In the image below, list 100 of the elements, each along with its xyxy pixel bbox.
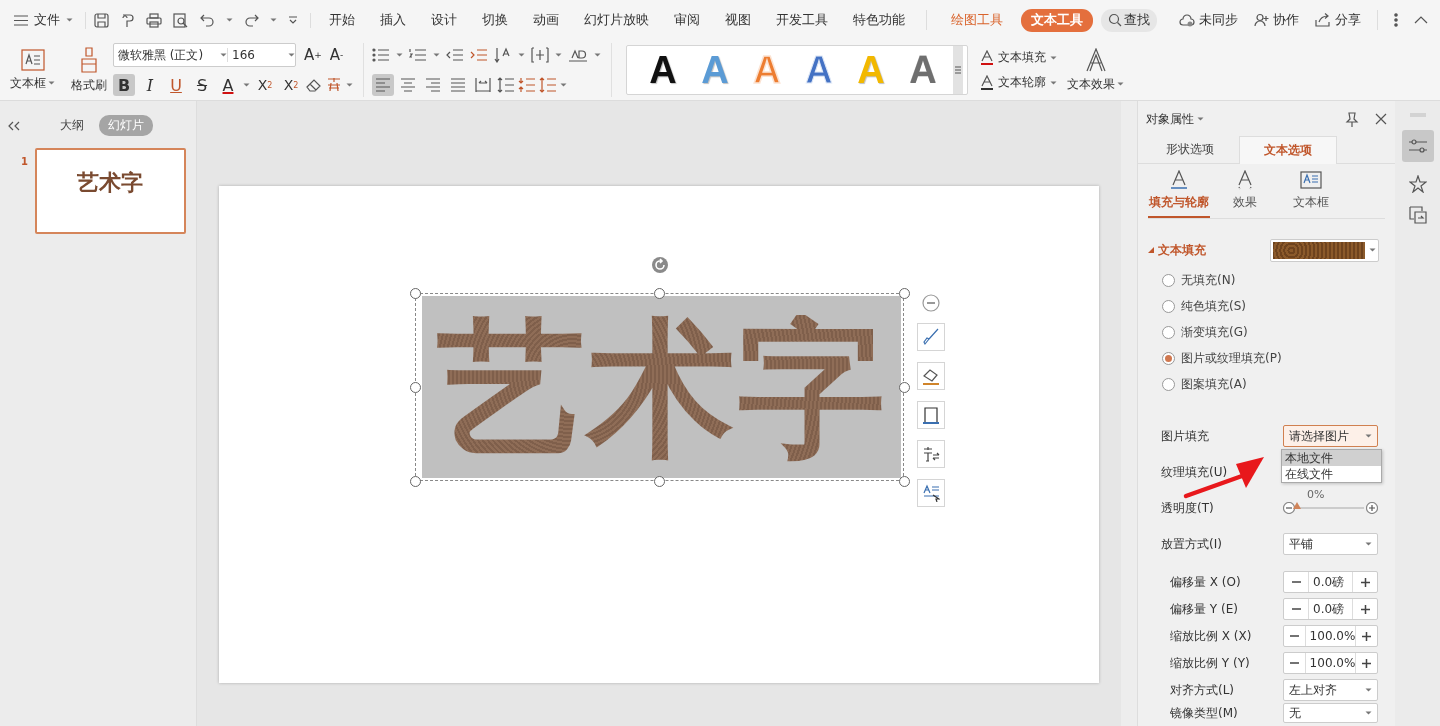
format-button[interactable]: X$^{2}$ bbox=[254, 74, 276, 96]
text-box-icon[interactable] bbox=[1300, 170, 1322, 190]
radio-button[interactable] bbox=[1162, 378, 1175, 391]
menu-icon[interactable] bbox=[14, 14, 28, 26]
caret-icon[interactable] bbox=[518, 53, 525, 57]
menu-tab[interactable]: 开始 bbox=[329, 11, 355, 29]
undo-icon[interactable] bbox=[200, 13, 215, 27]
caret-icon[interactable] bbox=[220, 53, 227, 57]
slide-switch-icon[interactable] bbox=[1408, 206, 1427, 224]
caret-icon[interactable] bbox=[48, 81, 55, 85]
text-fill-icon[interactable] bbox=[980, 50, 994, 65]
text-outline-icon[interactable] bbox=[980, 75, 994, 90]
slide-thumbnail[interactable]: 艺术字 bbox=[34, 148, 186, 234]
text-fill-button[interactable]: 文本填充 bbox=[998, 49, 1046, 66]
eraser-icon[interactable] bbox=[306, 78, 322, 92]
mirror-dropdown[interactable]: 无 bbox=[1283, 703, 1378, 723]
subtab[interactable]: 效果 bbox=[1214, 170, 1276, 218]
resize-handle[interactable] bbox=[410, 288, 421, 299]
caret-icon[interactable] bbox=[594, 53, 601, 57]
caret-icon[interactable] bbox=[243, 83, 250, 87]
save-icon[interactable] bbox=[94, 12, 109, 28]
menu-tab[interactable]: 切换 bbox=[482, 11, 508, 29]
plus-icon[interactable] bbox=[1366, 502, 1378, 514]
placement-dropdown[interactable]: 平铺 bbox=[1283, 533, 1378, 555]
wordart-style[interactable]: A bbox=[897, 48, 949, 92]
format-button[interactable]: I bbox=[139, 74, 161, 96]
radio-label[interactable]: 图片或纹理填充(P) bbox=[1181, 350, 1282, 367]
menu-tab[interactable]: 视图 bbox=[725, 11, 751, 29]
panel-tab[interactable]: 文本选项 bbox=[1239, 136, 1337, 164]
toolbar-action-label[interactable]: 协作 bbox=[1273, 11, 1299, 29]
subtab[interactable]: 文本框 bbox=[1280, 170, 1342, 218]
wordart-style[interactable]: A bbox=[793, 48, 845, 92]
person-add-icon[interactable] bbox=[1254, 13, 1269, 27]
panel-tab[interactable]: 大纲 bbox=[51, 115, 93, 136]
radio-button[interactable] bbox=[1162, 326, 1175, 339]
format-button[interactable]: B bbox=[113, 74, 135, 96]
subtab[interactable]: 填充与轮廓 bbox=[1148, 170, 1210, 218]
text-outline-button[interactable]: 文本轮廓 bbox=[998, 74, 1046, 91]
picture-dropdown[interactable]: 请选择图片 bbox=[1283, 425, 1378, 447]
resize-handle[interactable] bbox=[410, 382, 421, 393]
resize-handle[interactable] bbox=[410, 476, 421, 487]
menu-tab[interactable]: 开发工具 bbox=[776, 11, 828, 29]
collapse-panel-icon[interactable] bbox=[7, 120, 21, 131]
caret-icon[interactable] bbox=[396, 53, 403, 57]
outline-button[interactable] bbox=[917, 401, 945, 429]
dropdown-caret-icon[interactable] bbox=[66, 18, 73, 22]
radio-label[interactable]: 纯色填充(S) bbox=[1181, 298, 1246, 315]
font-size-button[interactable]: A$^{-}$ bbox=[329, 46, 344, 64]
spin-field[interactable]: 100.0% bbox=[1283, 625, 1378, 647]
caret-icon[interactable] bbox=[346, 83, 353, 87]
dropdown-option[interactable]: 在线文件 bbox=[1282, 466, 1381, 482]
resize-handle[interactable] bbox=[899, 288, 910, 299]
pin-icon[interactable] bbox=[1345, 111, 1359, 127]
columns-icon[interactable] bbox=[568, 48, 588, 62]
toolbar-action-label[interactable]: 未同步 bbox=[1199, 11, 1238, 29]
rotate-handle-icon[interactable] bbox=[651, 256, 669, 274]
caret-icon[interactable] bbox=[270, 18, 277, 22]
resize-handle[interactable] bbox=[654, 476, 665, 487]
spacing-options-icon[interactable] bbox=[539, 77, 557, 93]
format-button[interactable]: S bbox=[191, 74, 213, 96]
customize-icon[interactable] bbox=[288, 16, 298, 24]
panel-title[interactable]: 对象属性 bbox=[1146, 110, 1194, 128]
caret-icon[interactable] bbox=[226, 18, 233, 22]
format-button[interactable]: A bbox=[217, 74, 239, 96]
caret-icon[interactable] bbox=[555, 53, 562, 57]
line-spacing-icon[interactable] bbox=[497, 77, 515, 93]
effects-icon[interactable] bbox=[1236, 170, 1254, 190]
brush-button[interactable] bbox=[917, 323, 945, 351]
paragraph-spacing-icon[interactable] bbox=[518, 77, 536, 93]
print-preview-icon[interactable] bbox=[173, 12, 189, 28]
more-icon[interactable] bbox=[1394, 13, 1398, 27]
fill-outline-icon[interactable] bbox=[1170, 170, 1188, 190]
toolbar-action-label[interactable]: 分享 bbox=[1335, 11, 1361, 29]
print-icon[interactable] bbox=[146, 12, 162, 28]
dropdown-option[interactable]: 本地文件 bbox=[1282, 450, 1381, 466]
caret-icon[interactable] bbox=[560, 83, 567, 87]
menu-tab[interactable]: 设计 bbox=[431, 11, 457, 29]
text-box-icon[interactable] bbox=[20, 48, 45, 71]
text-effects-button[interactable]: 文本效果 bbox=[1067, 75, 1115, 93]
bullet-list-icon[interactable] bbox=[372, 48, 390, 62]
format-painter-button[interactable]: 格式刷 bbox=[71, 76, 107, 94]
format-button[interactable]: U bbox=[165, 74, 187, 96]
caret-icon[interactable] bbox=[1117, 82, 1124, 86]
texture-swatch-dropdown[interactable] bbox=[1270, 238, 1379, 262]
text-wrap-button[interactable] bbox=[917, 440, 945, 468]
menu-tab[interactable]: 插入 bbox=[380, 11, 406, 29]
radio-button[interactable] bbox=[1162, 274, 1175, 287]
collapse-ribbon-icon[interactable] bbox=[1414, 16, 1428, 24]
radio-button[interactable] bbox=[1162, 300, 1175, 313]
phonetic-guide-icon[interactable] bbox=[326, 77, 342, 93]
wordart-style[interactable]: A bbox=[637, 48, 689, 92]
caret-icon[interactable] bbox=[1197, 117, 1204, 121]
decrease-indent-icon[interactable] bbox=[446, 48, 464, 62]
radio-label[interactable]: 图案填充(A) bbox=[1181, 376, 1247, 393]
search-icon[interactable] bbox=[1108, 13, 1122, 27]
menu-tab[interactable]: 动画 bbox=[533, 11, 559, 29]
resize-handle[interactable] bbox=[899, 476, 910, 487]
fill-button[interactable] bbox=[917, 362, 945, 390]
resize-handle[interactable] bbox=[654, 288, 665, 299]
scrollbar[interactable] bbox=[1121, 101, 1137, 726]
